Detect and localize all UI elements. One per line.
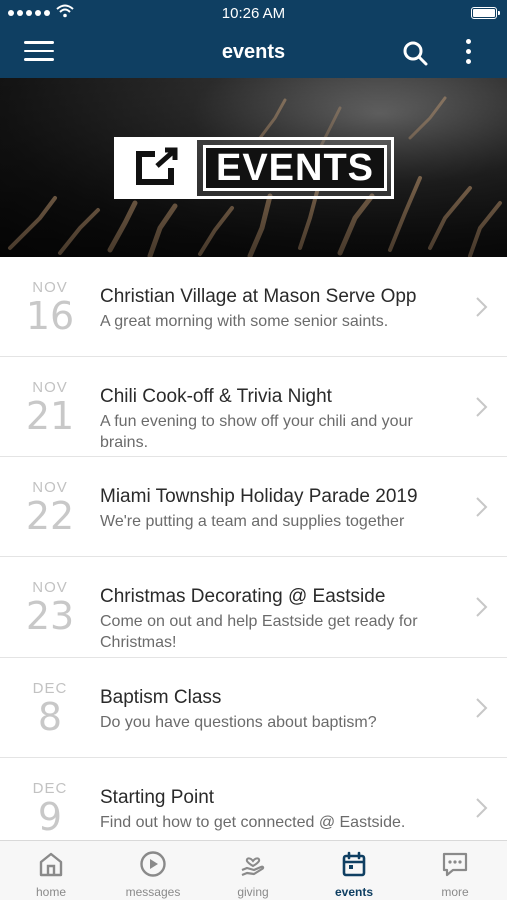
event-day: 16: [25, 294, 75, 338]
event-day: 9: [37, 795, 63, 839]
events-logo: EVENTS: [114, 137, 394, 199]
event-row[interactable]: NOV 21 Chili Cook-off & Trivia Night A f…: [0, 357, 507, 457]
event-day: 8: [37, 695, 63, 739]
chevron-right-icon: [476, 698, 488, 718]
event-title: Christian Village at Mason Serve Opp: [100, 286, 417, 307]
more-options-icon[interactable]: [460, 39, 476, 67]
event-description: A fun evening to show off your chili and…: [100, 413, 413, 451]
battery-icon: [471, 7, 500, 19]
event-row[interactable]: NOV 22 Miami Township Holiday Parade 201…: [0, 457, 507, 557]
tab-events[interactable]: events: [304, 841, 404, 900]
tab-label: events: [334, 885, 374, 899]
event-title: Chili Cook-off & Trivia Night: [100, 386, 332, 407]
play-icon: [140, 851, 166, 877]
tab-giving[interactable]: giving: [203, 841, 303, 900]
event-day: 21: [25, 394, 75, 438]
event-day: 23: [25, 594, 75, 638]
event-row[interactable]: DEC 8 Baptism Class Do you have question…: [0, 658, 507, 758]
tab-label: more: [441, 885, 469, 899]
home-icon: [39, 852, 63, 877]
app-header: 10:26 AM events: [0, 0, 507, 78]
event-title: Starting Point: [100, 787, 215, 808]
event-description: Come on out and help Eastside get ready …: [100, 613, 418, 651]
event-description: We're putting a team and supplies togeth…: [100, 513, 405, 530]
chevron-right-icon: [476, 397, 488, 417]
chevron-right-icon: [476, 597, 488, 617]
status-time: 10:26 AM: [221, 5, 286, 22]
events-list: NOV 16 Christian Village at Mason Serve …: [0, 257, 507, 840]
chevron-right-icon: [476, 798, 488, 818]
tab-more[interactable]: more: [405, 841, 505, 900]
event-description: Do you have questions about baptism?: [100, 714, 377, 731]
tab-label: giving: [237, 885, 269, 899]
events-logo-text: EVENTS: [203, 145, 387, 191]
bottom-tab-bar: home messages giving events more: [0, 840, 507, 900]
event-title: Miami Township Holiday Parade 2019: [100, 486, 418, 507]
tab-label: messages: [125, 885, 181, 899]
event-row[interactable]: DEC 9 Starting Point Find out how to get…: [0, 758, 507, 840]
chat-bubble-icon: [442, 852, 468, 877]
status-bar: 10:26 AM: [0, 0, 507, 28]
event-description: Find out how to get connected @ Eastside…: [100, 814, 406, 831]
chevron-right-icon: [476, 297, 488, 317]
giving-hand-icon: [241, 857, 265, 877]
tab-messages[interactable]: messages: [103, 841, 203, 900]
search-icon[interactable]: [402, 40, 428, 66]
chevron-right-icon: [476, 497, 488, 517]
tab-home[interactable]: home: [1, 841, 101, 900]
event-title: Christmas Decorating @ Eastside: [100, 586, 386, 607]
calendar-icon: [342, 851, 366, 877]
tab-label: home: [35, 885, 67, 899]
event-description: A great morning with some senior saints.: [100, 313, 389, 330]
event-row[interactable]: NOV 23 Christmas Decorating @ Eastside C…: [0, 557, 507, 658]
event-title: Baptism Class: [100, 687, 222, 708]
logo-mark-icon: [117, 140, 197, 196]
event-day: 22: [25, 494, 75, 538]
nav-bar: events: [0, 28, 507, 78]
events-banner: EVENTS: [0, 78, 507, 257]
page-title: events: [221, 41, 286, 63]
event-row[interactable]: NOV 16 Christian Village at Mason Serve …: [0, 257, 507, 357]
